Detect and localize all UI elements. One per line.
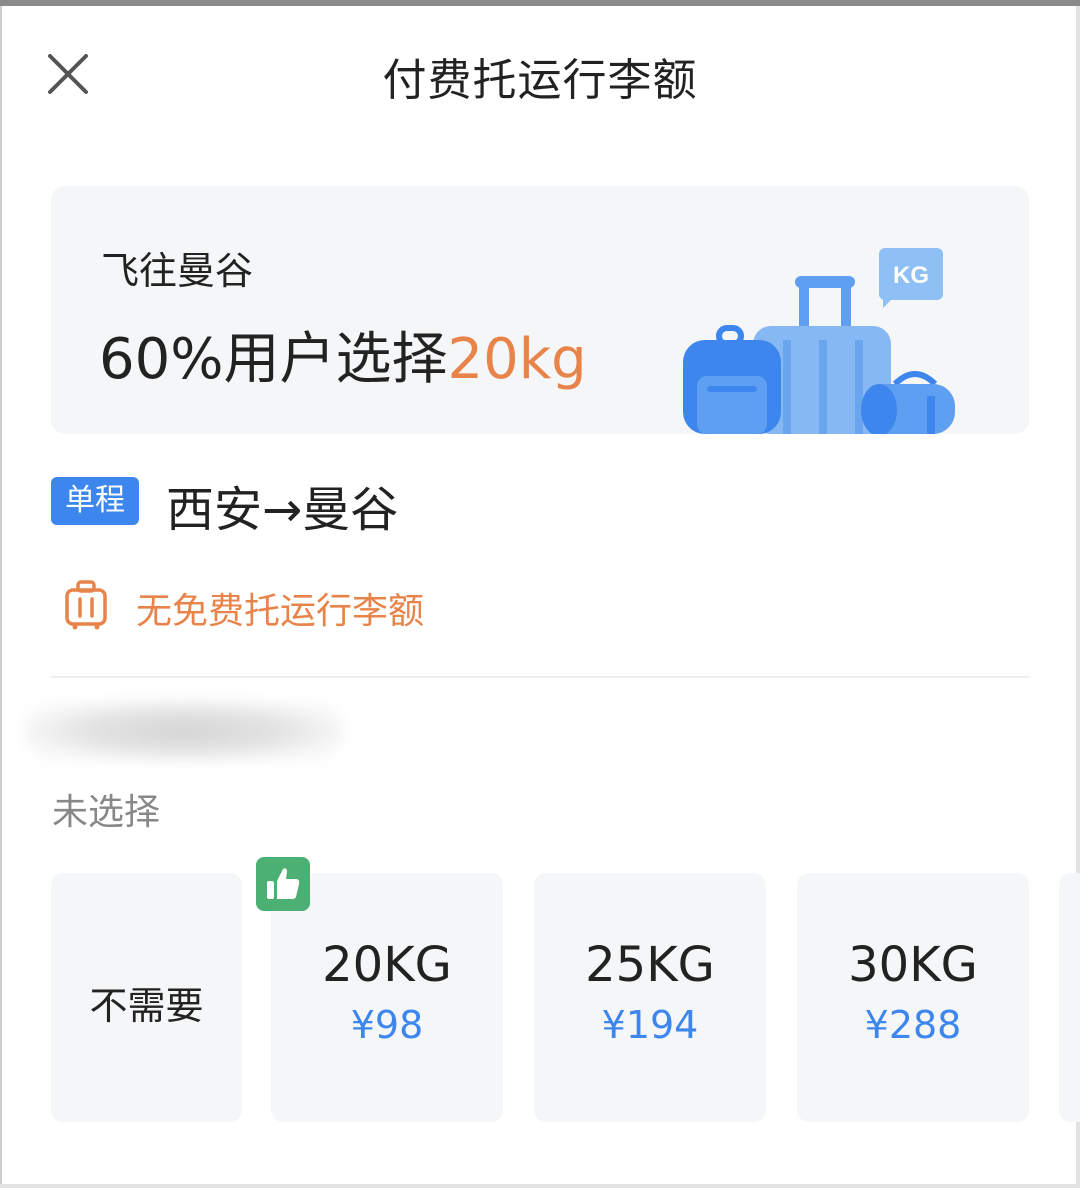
thumbs-up-icon — [267, 868, 300, 899]
option-none-label: 不需要 — [89, 984, 204, 1028]
baggage-sheet: 付费托运行李额 飞往曼谷 60%用户选择20kg KG 单程 西安→曼谷 无免费… — [0, 0, 1080, 1188]
section-divider — [51, 676, 1029, 678]
banner-stat-highlight: 20kg — [447, 327, 587, 392]
option-25kg[interactable]: 25KG ¥194 — [534, 873, 766, 1122]
option-none[interactable]: 不需要 — [51, 873, 242, 1122]
recommended-badge — [256, 857, 310, 911]
option-price: ¥98 — [350, 1003, 424, 1047]
kg-tag-text: KG — [893, 262, 929, 289]
option-weight: 30KG — [848, 937, 978, 993]
passenger-name-redacted — [24, 700, 344, 762]
allowance-text: 无免费托运行李额 — [136, 591, 425, 632]
option-price: ¥194 — [601, 1003, 699, 1047]
luggage-icon: KG — [683, 248, 955, 434]
page-title: 付费托运行李额 — [382, 55, 698, 106]
trip-type-badge: 单程 — [51, 477, 139, 525]
route-label: 西安→曼谷 — [166, 482, 399, 538]
banner-stat: 60%用户选择20kg — [99, 314, 587, 395]
selection-status: 未选择 — [52, 792, 161, 833]
option-next-partial[interactable] — [1059, 873, 1080, 1122]
banner-stat-prefix: 60%用户选择 — [99, 327, 448, 392]
sheet-left-edge — [0, 6, 2, 1186]
sheet-bottom-edge — [0, 1184, 1080, 1188]
suitcase-icon — [65, 580, 107, 630]
option-weight: 25KG — [585, 937, 715, 993]
option-price: ¥288 — [864, 1003, 962, 1047]
promo-banner: 飞往曼谷 60%用户选择20kg KG — [51, 186, 1029, 434]
banner-destination: 飞往曼谷 — [101, 249, 254, 293]
option-30kg[interactable]: 30KG ¥288 — [797, 873, 1029, 1122]
option-weight: 20KG — [322, 937, 452, 993]
